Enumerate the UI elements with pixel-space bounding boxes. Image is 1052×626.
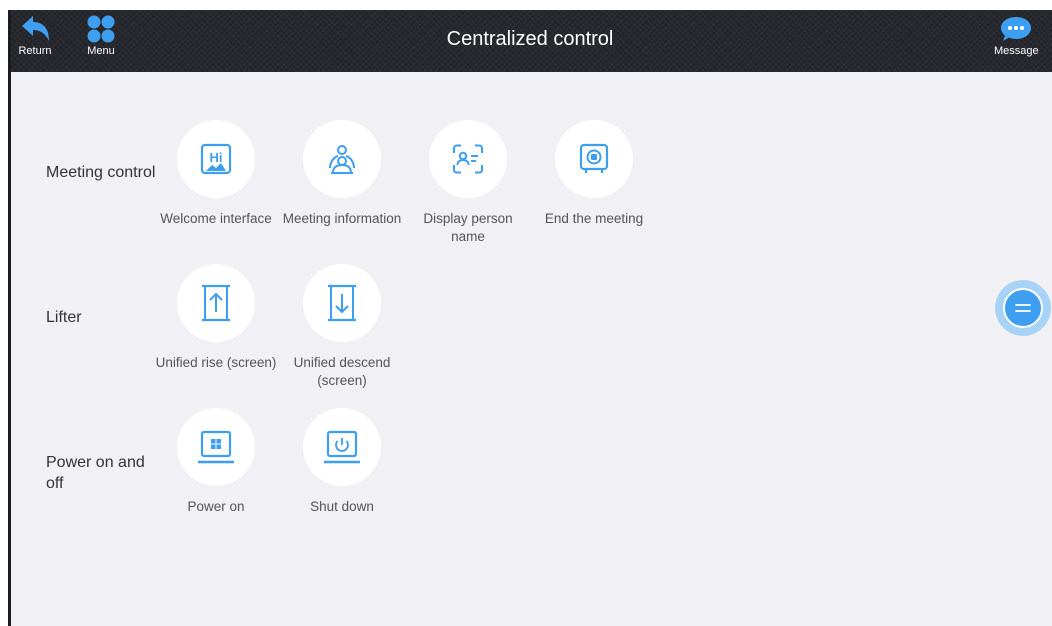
person-scan-icon <box>453 144 483 174</box>
section-meeting-control-label: Meeting control <box>46 164 156 181</box>
rise-arrow-icon <box>202 284 230 322</box>
welcome-icon-circle: Hi <box>177 120 255 198</box>
unified-descend-button[interactable]: Unified descend (screen) <box>280 264 404 390</box>
descend-arrow-icon <box>328 284 356 322</box>
display-person-name-button[interactable]: Display person name <box>406 120 530 246</box>
floating-menu-inner <box>1003 288 1043 328</box>
app-window: Return Menu Centralized control Message … <box>8 10 1052 626</box>
end-meeting-label: End the meeting <box>544 211 644 226</box>
svg-text:Hi: Hi <box>210 150 223 165</box>
page-title: Centralized control <box>446 28 614 50</box>
unified-descend-label: Unified descend (screen) <box>293 355 391 388</box>
meeting-info-icon-circle <box>303 120 381 198</box>
display-name-icon-circle <box>429 120 507 198</box>
welcome-interface-label: Welcome interface <box>160 211 272 226</box>
message-button[interactable]: Message <box>994 14 1039 57</box>
display-person-name-label: Display person name <box>423 211 513 244</box>
section-power-label: Power on and off <box>46 454 145 492</box>
power-on-label: Power on <box>187 499 245 514</box>
shut-down-button[interactable]: Shut down <box>280 408 404 516</box>
floating-menu-button[interactable] <box>995 280 1051 336</box>
windows-monitor-icon <box>198 430 234 464</box>
end-meeting-icon <box>579 143 609 173</box>
shut-down-label: Shut down <box>310 499 374 514</box>
power-monitor-icon <box>324 430 360 464</box>
end-meeting-icon-circle <box>555 120 633 198</box>
power-on-icon-circle <box>177 408 255 486</box>
section-lifter-label: Lifter <box>46 309 82 326</box>
left-edge-bar <box>8 10 11 626</box>
power-on-button[interactable]: Power on <box>154 408 278 516</box>
meeting-information-label: Meeting information <box>282 211 402 226</box>
shut-down-icon-circle <box>303 408 381 486</box>
end-meeting-button[interactable]: End the meeting <box>532 120 656 228</box>
message-label: Message <box>994 45 1039 57</box>
descend-icon-circle <box>303 264 381 342</box>
message-bubble-icon <box>1001 17 1032 41</box>
unified-rise-button[interactable]: Unified rise (screen) <box>154 264 278 372</box>
equals-menu-icon <box>1015 304 1031 312</box>
rise-icon-circle <box>177 264 255 342</box>
meeting-information-button[interactable]: Meeting information <box>280 120 404 228</box>
unified-rise-label: Unified rise (screen) <box>155 355 277 370</box>
welcome-interface-button[interactable]: Hi Welcome interface <box>154 120 278 228</box>
meeting-people-icon <box>329 145 355 174</box>
top-bar: Return Menu Centralized control Message <box>8 10 1052 72</box>
welcome-hi-icon: Hi <box>200 143 232 175</box>
